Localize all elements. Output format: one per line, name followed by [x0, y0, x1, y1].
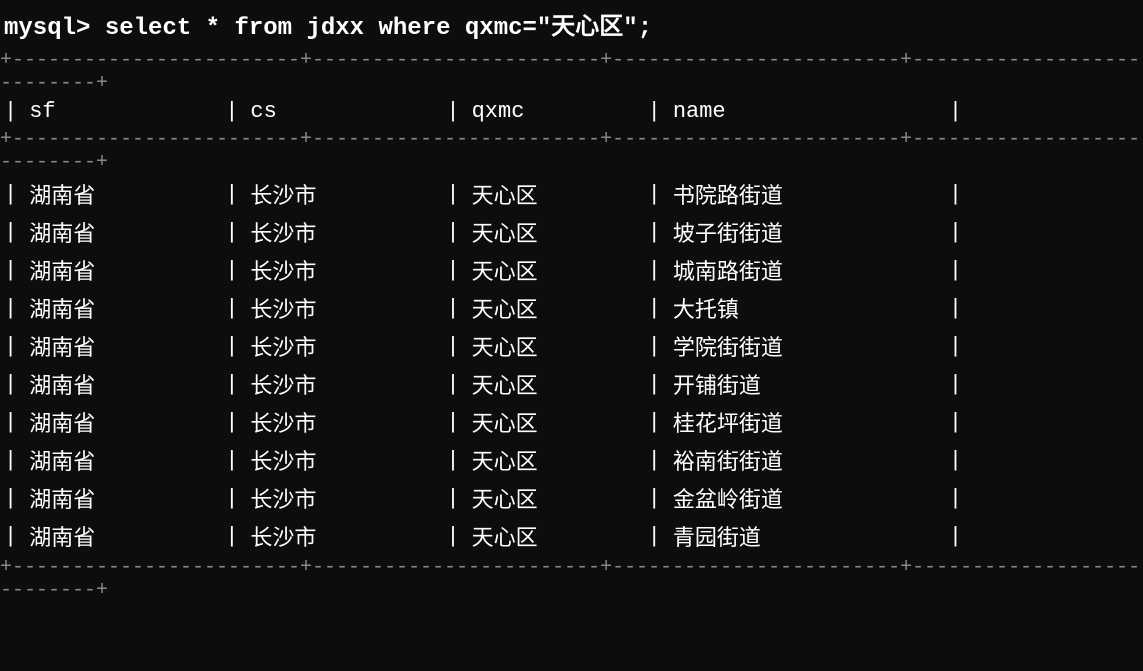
table-row: | 湖南省 | 长沙市 | 天心区 | 青园街道 |: [0, 517, 1143, 555]
header-cs: cs: [242, 99, 442, 124]
table-row: | 湖南省 | 长沙市 | 天心区 | 城南路街道 |: [0, 251, 1143, 289]
table-row: | 湖南省 | 长沙市 | 天心区 | 大托镇 |: [0, 289, 1143, 327]
table-row: | 湖南省 | 长沙市 | 天心区 | 桂花坪街道 |: [0, 403, 1143, 441]
pipe: |: [644, 99, 665, 124]
table-header-row: | sf | cs | qxmc | name |: [0, 96, 1143, 127]
table-row: | 湖南省 | 长沙市 | 天心区 | 金盆岭街道 |: [0, 479, 1143, 517]
pipe: |: [221, 99, 242, 124]
table-row: | 湖南省 | 长沙市 | 天心区 | 书院路街道 |: [0, 175, 1143, 213]
pipe: |: [0, 99, 21, 124]
prompt: mysql>: [4, 15, 105, 42]
pipe: |: [442, 99, 463, 124]
table-row: | 湖南省 | 长沙市 | 天心区 | 坡子街街道 |: [0, 213, 1143, 251]
header-sf: sf: [21, 99, 221, 124]
sql-command: select * from jdxx where qxmc="天心区";: [105, 15, 652, 42]
command-line: mysql> select * from jdxx where qxmc="天心…: [0, 0, 1143, 48]
terminal-window: mysql> select * from jdxx where qxmc="天心…: [0, 0, 1143, 671]
header-qxmc: qxmc: [464, 99, 644, 124]
table-row: | 湖南省 | 长沙市 | 天心区 | 裕南街街道 |: [0, 441, 1143, 479]
table-border-bottom: +------------------------+--------------…: [0, 555, 1143, 603]
table-border-header: +------------------------+--------------…: [0, 127, 1143, 175]
table-border-top: +------------------------+--------------…: [0, 48, 1143, 96]
table-row: | 湖南省 | 长沙市 | 天心区 | 开铺街道 |: [0, 365, 1143, 403]
table-row: | 湖南省 | 长沙市 | 天心区 | 学院街街道 |: [0, 327, 1143, 365]
pipe: |: [945, 99, 966, 124]
result-table-wrapper: +------------------------+--------------…: [0, 48, 1143, 603]
header-name: name: [665, 99, 945, 124]
